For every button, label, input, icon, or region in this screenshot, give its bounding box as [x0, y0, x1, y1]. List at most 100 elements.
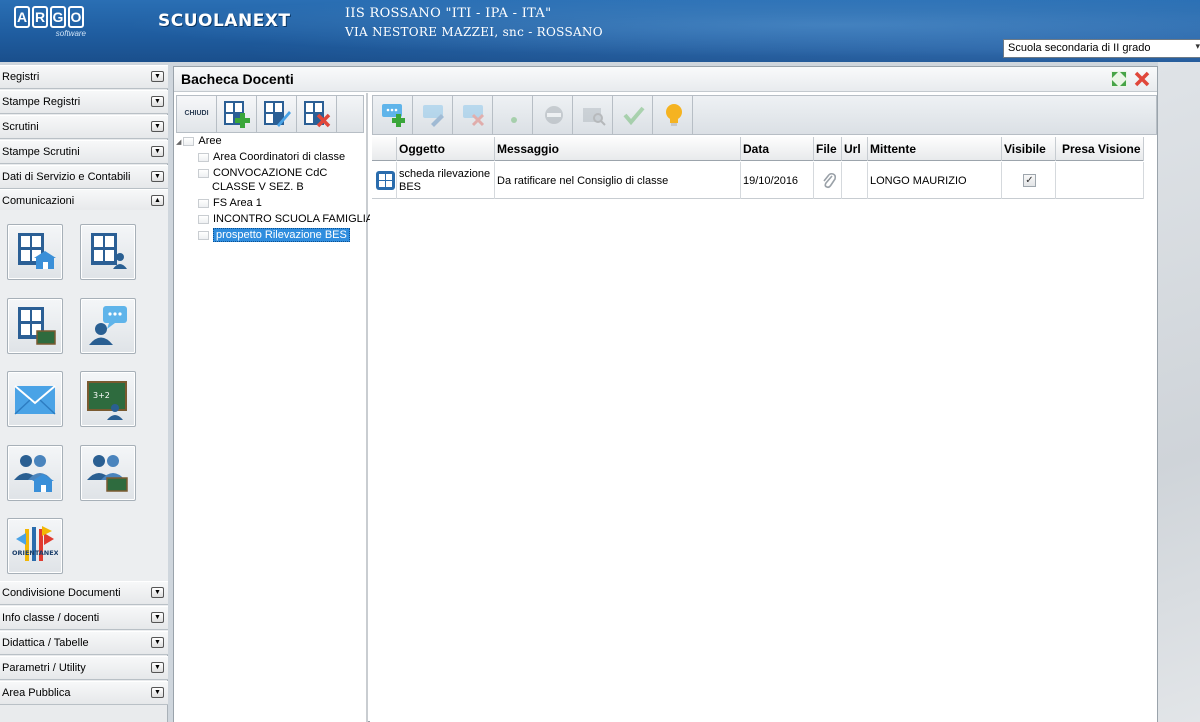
menu-info-classe[interactable]: Info classe / docenti ▼: [0, 606, 168, 630]
cell-url: [842, 162, 868, 199]
menu-label: Area Pubblica: [2, 687, 71, 699]
menu-label: Stampe Registri: [2, 96, 81, 108]
school-type-select[interactable]: Scuola secondaria di II grado ▾: [1003, 39, 1200, 58]
messaggi-icon[interactable]: [80, 298, 136, 354]
menu-area-pubblica[interactable]: Area Pubblica ▼: [0, 681, 168, 705]
bacheca-docenti-icon[interactable]: [80, 224, 136, 280]
chevron-down-icon[interactable]: ▼: [151, 637, 164, 648]
menu-registri[interactable]: Registri ▼: [0, 65, 168, 89]
lightbulb-button[interactable]: [653, 96, 693, 134]
collapse-arrow-icon[interactable]: ◢: [176, 139, 181, 146]
grid-icon: [375, 171, 395, 190]
column-header-presa-visione[interactable]: Presa Visione: [1056, 137, 1144, 161]
chevron-up-icon[interactable]: ▲: [151, 195, 164, 206]
menu-scrutini[interactable]: Scrutini ▼: [0, 115, 168, 139]
app-header: ARGO software SCUOLANEXT IIS ROSSANO "IT…: [0, 0, 1200, 62]
add-area-button[interactable]: [217, 96, 257, 132]
menu-parametri[interactable]: Parametri / Utility ▼: [0, 656, 168, 680]
lavagna-icon[interactable]: 3+2: [80, 371, 136, 427]
edit-message-button[interactable]: [413, 96, 453, 134]
preview-button[interactable]: [573, 96, 613, 134]
table-row[interactable]: scheda rilevazione BES Da ratificare nel…: [372, 162, 1144, 199]
column-header-data[interactable]: Data: [741, 137, 814, 161]
menu-didattica[interactable]: Didattica / Tabelle ▼: [0, 631, 168, 655]
email-icon[interactable]: [7, 371, 63, 427]
link-button[interactable]: [533, 96, 573, 134]
attachment-button[interactable]: [493, 96, 533, 134]
product-name: SCUOLANEXT: [158, 11, 291, 31]
logo-letter: O: [68, 6, 84, 28]
chevron-down-icon[interactable]: ▼: [151, 662, 164, 673]
edit-area-button[interactable]: [257, 96, 297, 132]
cell-visibile: ✓: [1002, 162, 1056, 199]
ricevimento-genitori-icon[interactable]: [7, 445, 63, 501]
menu-label: Parametri / Utility: [2, 662, 86, 674]
tree-item-incontro-scuola-famiglia[interactable]: INCONTRO SCUOLA FAMIGLIA: [198, 213, 373, 225]
tree-item-label: INCONTRO SCUOLA FAMIGLIA: [213, 213, 374, 225]
delete-message-button[interactable]: [453, 96, 493, 134]
bacheca-scuola-icon[interactable]: [7, 224, 63, 280]
grid-toolbar: [372, 95, 1157, 135]
tree-item-prospetto-bes[interactable]: prospetto Rilevazione BES: [198, 228, 350, 242]
school-address: VIA NESTORE MAZZEI, snc - ROSSANO: [345, 25, 603, 39]
cell-data: 19/10/2016: [741, 162, 814, 199]
menu-condivisione-documenti[interactable]: Condivisione Documenti ▼: [0, 581, 168, 605]
menu-label: Didattica / Tabelle: [2, 637, 89, 649]
cell-presa-visione: [1056, 162, 1144, 199]
column-header-oggetto[interactable]: Oggetto: [397, 137, 495, 161]
aree-tree-pane: CHIUDI ◢ Aree Area Coordinatori di classe…: [174, 93, 373, 722]
column-header-messaggio[interactable]: Messaggio: [495, 137, 741, 161]
tree-item-label: FS Area 1: [213, 197, 262, 209]
chevron-down-icon[interactable]: ▼: [151, 146, 164, 157]
tree-item-convocazione-line2[interactable]: CLASSE V SEZ. B: [212, 181, 304, 193]
chevron-down-icon[interactable]: ▼: [151, 121, 164, 132]
column-header-icon: [372, 137, 397, 161]
maximize-icon[interactable]: [1110, 70, 1128, 88]
chevron-down-icon[interactable]: ▾: [1195, 41, 1200, 52]
paperclip-icon: [822, 172, 836, 188]
orientanext-icon[interactable]: ORIENTANEXT: [7, 518, 63, 574]
cell-file[interactable]: [814, 162, 842, 199]
close-icon[interactable]: [1133, 70, 1151, 88]
ricevimento-classe-icon[interactable]: [80, 445, 136, 501]
messages-grid-pane: Oggetto Messaggio Data File Url Mittente…: [370, 93, 1157, 722]
column-header-mittente[interactable]: Mittente: [868, 137, 1002, 161]
tree-item-fs-area-1[interactable]: FS Area 1: [198, 197, 262, 209]
menu-label: Dati di Servizio e Contabili: [2, 171, 131, 183]
menu-stampe-scrutini[interactable]: Stampe Scrutini ▼: [0, 140, 168, 164]
tree-item-label-line1: CONVOCAZIONE CdC: [213, 167, 328, 179]
cell-mittente: LONGO MAURIZIO: [868, 162, 1002, 199]
logo-letter: G: [50, 6, 66, 28]
logo-sub: software: [55, 29, 86, 38]
tree-item-label: Area Coordinatori di classe: [213, 151, 346, 163]
menu-stampe-registri[interactable]: Stampe Registri ▼: [0, 90, 168, 114]
chevron-down-icon[interactable]: ▼: [151, 171, 164, 182]
confirm-button[interactable]: [613, 96, 653, 134]
tree-root[interactable]: ◢ Aree: [176, 135, 222, 147]
column-header-url[interactable]: Url: [842, 137, 868, 161]
oggetto-line2: BES: [399, 180, 422, 193]
chevron-down-icon[interactable]: ▼: [151, 687, 164, 698]
menu-dati-servizio[interactable]: Dati di Servizio e Contabili ▼: [0, 165, 168, 189]
delete-area-button[interactable]: [297, 96, 337, 132]
tree-item-convocazione[interactable]: CONVOCAZIONE CdC: [198, 167, 327, 179]
oggetto-line1: scheda rilevazione: [399, 167, 491, 180]
tree-toolbar: CHIUDI: [176, 95, 364, 133]
tree-item-area-coordinatori[interactable]: Area Coordinatori di classe: [198, 151, 345, 163]
document-icon: [198, 230, 209, 240]
document-icon: [198, 198, 209, 208]
new-message-button[interactable]: [373, 96, 413, 134]
column-header-visibile[interactable]: Visibile: [1002, 137, 1056, 161]
visibile-checkbox[interactable]: ✓: [1023, 174, 1036, 187]
chevron-down-icon[interactable]: ▼: [151, 96, 164, 107]
chevron-down-icon[interactable]: ▼: [151, 587, 164, 598]
chevron-down-icon[interactable]: ▼: [151, 612, 164, 623]
chiudi-button[interactable]: CHIUDI: [177, 96, 217, 132]
bacheca-classe-icon[interactable]: [7, 298, 63, 354]
column-header-file[interactable]: File: [814, 137, 842, 161]
panel-title-bar: Bacheca Docenti: [174, 67, 1157, 92]
menu-label: Scrutini: [2, 121, 39, 133]
school-type-value: Scuola secondaria di II grado: [1008, 42, 1151, 54]
chevron-down-icon[interactable]: ▼: [151, 71, 164, 82]
menu-label: Stampe Scrutini: [2, 146, 80, 158]
